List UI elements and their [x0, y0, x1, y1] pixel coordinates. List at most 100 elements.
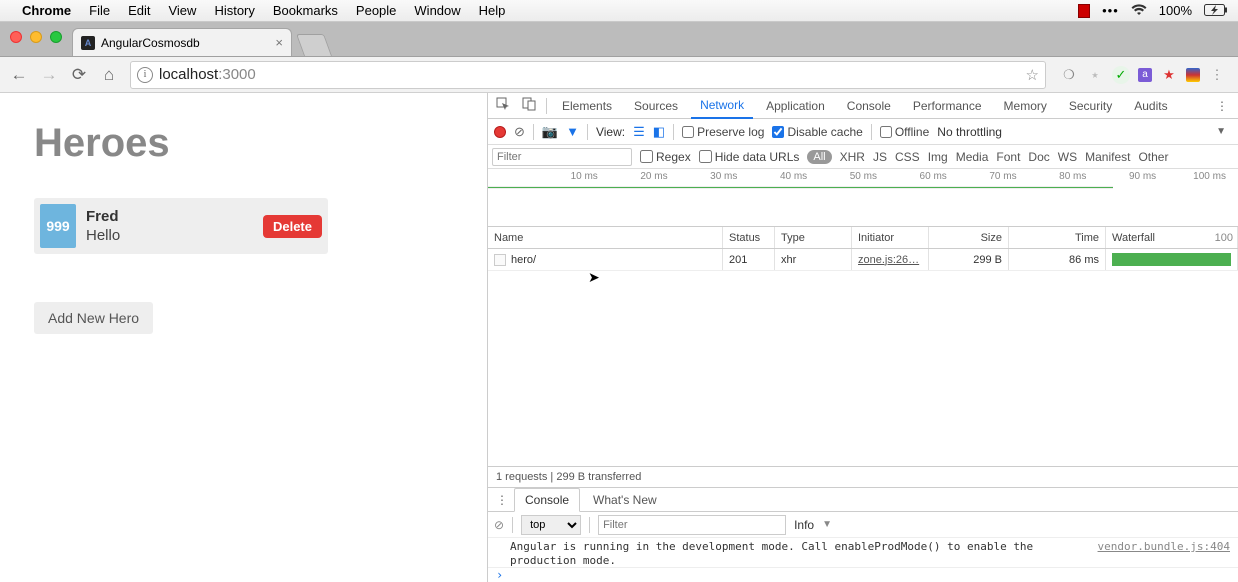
col-time[interactable]: Time: [1009, 227, 1106, 248]
page-content: Heroes 999 Fred Hello Delete Add New Her…: [0, 93, 487, 582]
hero-card[interactable]: 999 Fred Hello Delete: [34, 198, 328, 254]
hide-data-urls-checkbox[interactable]: Hide data URLs: [699, 150, 800, 164]
context-select[interactable]: top: [521, 515, 581, 535]
filter-all[interactable]: All: [807, 150, 831, 164]
home-button[interactable]: ⌂: [96, 65, 122, 85]
new-tab-button[interactable]: [296, 34, 332, 56]
col-waterfall[interactable]: Waterfall100: [1106, 227, 1238, 248]
address-bar[interactable]: i localhost:3000 ☆: [130, 61, 1046, 89]
view-large-icon[interactable]: ◧: [653, 124, 665, 140]
col-name[interactable]: Name: [488, 227, 723, 248]
filter-font[interactable]: Font: [996, 150, 1020, 164]
network-timeline[interactable]: 10 ms 20 ms 30 ms 40 ms 50 ms 60 ms 70 m…: [488, 169, 1238, 227]
tab-memory[interactable]: Memory: [995, 94, 1056, 118]
back-button[interactable]: ←: [6, 65, 32, 85]
row-initiator[interactable]: zone.js:26…: [858, 254, 919, 266]
filter-xhr[interactable]: XHR: [840, 150, 865, 164]
tab-performance[interactable]: Performance: [904, 94, 991, 118]
add-hero-button[interactable]: Add New Hero: [34, 302, 153, 334]
tab-security[interactable]: Security: [1060, 94, 1121, 118]
drawer-tab-whatsnew[interactable]: What's New: [582, 488, 668, 512]
menu-extra-dots-icon[interactable]: •••: [1102, 3, 1119, 18]
device-icon[interactable]: [518, 97, 540, 114]
mac-menubar: Chrome File Edit View History Bookmarks …: [0, 0, 1238, 22]
tab-application[interactable]: Application: [757, 94, 834, 118]
tick: 60 ms: [877, 171, 947, 182]
browser-tab[interactable]: A AngularCosmosdb ×: [72, 28, 292, 56]
throttling-select[interactable]: No throttling: [937, 125, 1002, 139]
close-window-button[interactable]: [10, 31, 22, 43]
tab-network[interactable]: Network: [691, 93, 753, 119]
drawer-menu-icon[interactable]: ⋮: [492, 493, 512, 507]
chrome-menu-icon[interactable]: ⋮: [1208, 66, 1226, 84]
filter-manifest[interactable]: Manifest: [1085, 150, 1130, 164]
ext-icon-3[interactable]: ✓: [1112, 66, 1130, 84]
filter-ws[interactable]: WS: [1058, 150, 1077, 164]
tab-sources[interactable]: Sources: [625, 94, 687, 118]
record-icon[interactable]: [494, 126, 506, 138]
filter-doc[interactable]: Doc: [1028, 150, 1049, 164]
ext-icon-5[interactable]: ★: [1160, 66, 1178, 84]
ext-icon-2[interactable]: ⭑: [1086, 66, 1104, 84]
console-source-link[interactable]: vendor.bundle.js:404: [1098, 540, 1230, 553]
menu-window[interactable]: Window: [414, 3, 460, 18]
menu-view[interactable]: View: [168, 3, 196, 18]
throttling-dropdown-icon[interactable]: ▼: [1216, 126, 1226, 137]
menu-app[interactable]: Chrome: [22, 3, 71, 18]
filter-js[interactable]: JS: [873, 150, 887, 164]
disable-cache-checkbox[interactable]: Disable cache: [772, 125, 862, 139]
level-select[interactable]: Info: [794, 518, 814, 532]
preserve-log-checkbox[interactable]: Preserve log: [682, 125, 764, 139]
delete-button[interactable]: Delete: [263, 215, 322, 238]
menu-extra-icon[interactable]: [1078, 4, 1090, 18]
filter-css[interactable]: CSS: [895, 150, 920, 164]
wifi-icon[interactable]: [1131, 3, 1147, 19]
table-row[interactable]: hero/ 201 xhr zone.js:26… 299 B 86 ms: [488, 249, 1238, 271]
tab-console[interactable]: Console: [838, 94, 900, 118]
filter-other[interactable]: Other: [1138, 150, 1168, 164]
console-clear-icon[interactable]: ⊘: [494, 518, 504, 532]
tab-audits[interactable]: Audits: [1125, 94, 1176, 118]
battery-icon[interactable]: [1204, 3, 1228, 19]
col-status[interactable]: Status: [723, 227, 775, 248]
filter-toggle-icon[interactable]: ▼: [566, 124, 579, 139]
ext-icon-1[interactable]: ❍: [1060, 66, 1078, 84]
close-tab-icon[interactable]: ×: [275, 35, 283, 50]
ext-icon-6[interactable]: [1186, 68, 1200, 82]
console-filter-input[interactable]: [598, 515, 786, 535]
tick: 70 ms: [947, 171, 1017, 182]
inspect-icon[interactable]: [492, 97, 514, 114]
col-size[interactable]: Size: [929, 227, 1009, 248]
menu-edit[interactable]: Edit: [128, 3, 150, 18]
capture-icon[interactable]: 📷: [542, 124, 558, 140]
console-message: Angular is running in the development mo…: [488, 538, 1238, 568]
ext-icon-4[interactable]: a: [1138, 68, 1152, 82]
minimize-window-button[interactable]: [30, 31, 42, 43]
regex-checkbox[interactable]: Regex: [640, 150, 691, 164]
console-prompt[interactable]: ›: [488, 568, 1238, 582]
site-info-icon[interactable]: i: [137, 67, 153, 83]
clear-icon[interactable]: ⊘: [514, 124, 525, 140]
filter-img[interactable]: Img: [928, 150, 948, 164]
view-list-icon[interactable]: ☰: [633, 124, 645, 140]
tab-elements[interactable]: Elements: [553, 94, 621, 118]
offline-checkbox[interactable]: Offline: [880, 125, 929, 139]
reload-button[interactable]: ⟳: [66, 65, 92, 85]
menu-bookmarks[interactable]: Bookmarks: [273, 3, 338, 18]
col-initiator[interactable]: Initiator: [852, 227, 929, 248]
menu-people[interactable]: People: [356, 3, 396, 18]
drawer-tab-console[interactable]: Console: [514, 488, 580, 512]
menu-file[interactable]: File: [89, 3, 110, 18]
level-dropdown-icon[interactable]: ▼: [822, 519, 832, 530]
forward-button[interactable]: →: [36, 65, 62, 85]
menu-help[interactable]: Help: [479, 3, 506, 18]
col-type[interactable]: Type: [775, 227, 852, 248]
devtools-more-icon[interactable]: ⋮: [1210, 99, 1234, 113]
menu-history[interactable]: History: [214, 3, 254, 18]
view-label: View:: [596, 125, 625, 139]
filter-input[interactable]: [492, 148, 632, 166]
filter-media[interactable]: Media: [956, 150, 989, 164]
zoom-window-button[interactable]: [50, 31, 62, 43]
waterfall-bar: [1112, 253, 1231, 266]
bookmark-icon[interactable]: ☆: [1026, 66, 1039, 84]
